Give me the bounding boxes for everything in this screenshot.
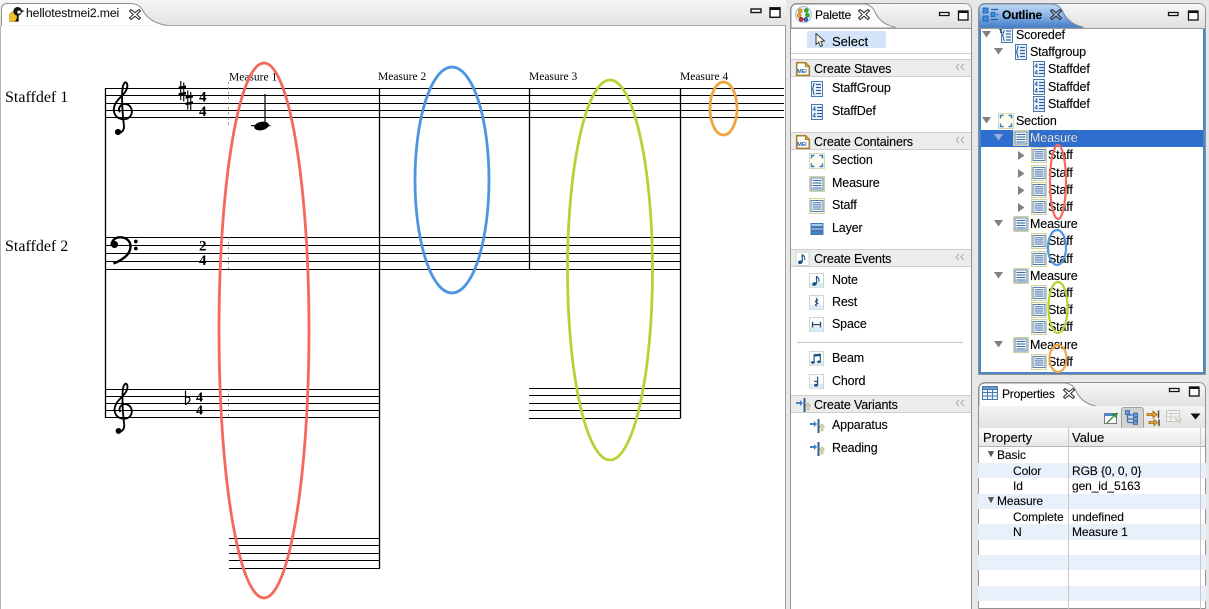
svg-text:MEI: MEI bbox=[797, 69, 807, 75]
svg-text:Measure 1: Measure 1 bbox=[229, 72, 277, 84]
svg-text:4: 4 bbox=[199, 104, 207, 120]
svg-text:4: 4 bbox=[199, 253, 207, 269]
svg-text:Staffdef 2: Staffdef 2 bbox=[5, 238, 68, 255]
svg-text:Measure 2: Measure 2 bbox=[378, 71, 426, 83]
svg-text:4: 4 bbox=[196, 404, 203, 419]
svg-text:Measure 3: Measure 3 bbox=[529, 71, 577, 83]
svg-text:Staffdef 1: Staffdef 1 bbox=[5, 89, 68, 106]
svg-text:MEI: MEI bbox=[797, 142, 807, 148]
